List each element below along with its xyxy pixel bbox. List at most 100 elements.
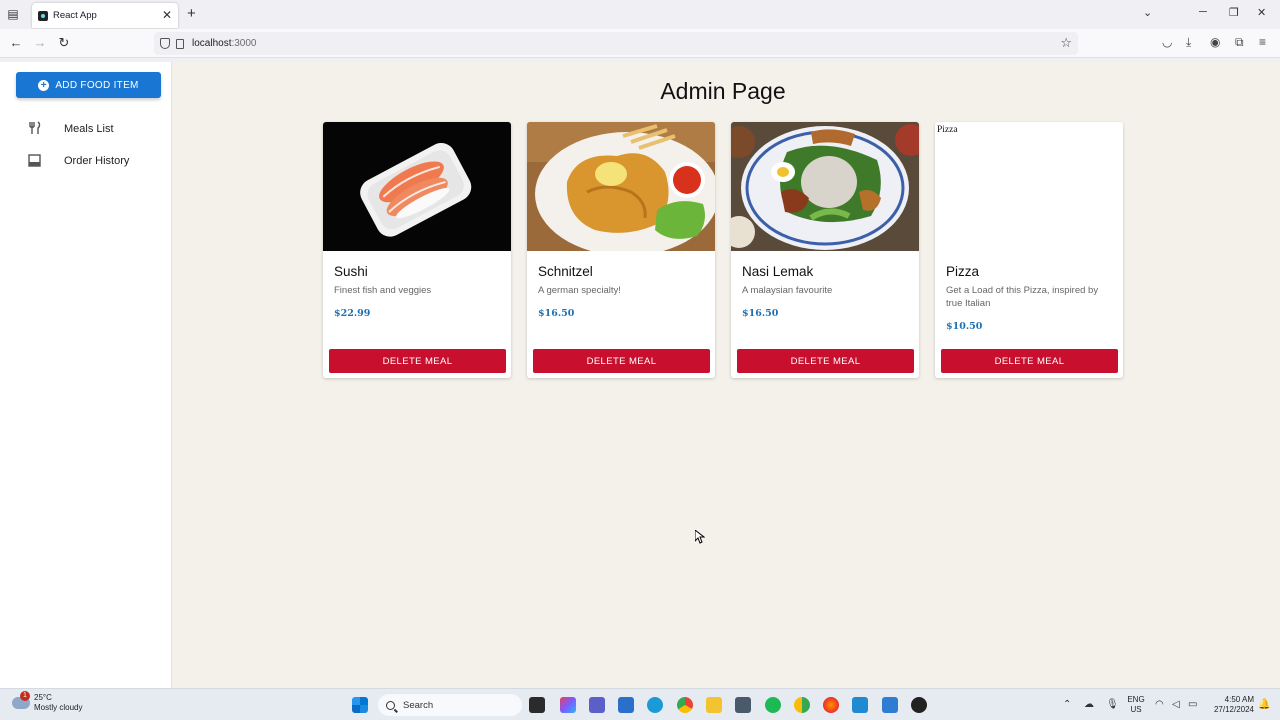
- github-desktop-icon[interactable]: [911, 697, 927, 713]
- language-indicator[interactable]: ENG US: [1126, 695, 1146, 715]
- weather-condition: Mostly cloudy: [34, 703, 83, 712]
- search-placeholder: Search: [403, 699, 434, 711]
- tray-overflow-chevron-icon[interactable]: ⌃: [1063, 699, 1071, 710]
- tab-overflow-chevron-icon[interactable]: ⌄: [1143, 6, 1152, 19]
- meal-description: Get a Load of this Pizza, inspired by tr…: [946, 285, 1099, 309]
- mouse-cursor-icon: [694, 528, 706, 549]
- notepad-icon[interactable]: [882, 697, 898, 713]
- schnitzel-image: [527, 122, 715, 251]
- cloud-icon: 1: [12, 691, 30, 709]
- account-icon[interactable]: ◉: [1210, 35, 1220, 49]
- meal-card: Pizza Pizza Get a Load of this Pizza, in…: [935, 122, 1123, 378]
- taskbar-search[interactable]: Search: [378, 694, 522, 716]
- delete-meal-button[interactable]: DELETE MEAL: [737, 349, 914, 373]
- taskbar: 1 25°C Mostly cloudy Search ⌃ ☁ 🎙 ENG US…: [0, 688, 1280, 720]
- restore-icon[interactable]: ❐: [1229, 6, 1239, 19]
- task-view-icon[interactable]: [529, 697, 545, 713]
- firefox-icon[interactable]: [823, 697, 839, 713]
- file-explorer-icon[interactable]: [706, 697, 722, 713]
- vscode-icon[interactable]: [852, 697, 868, 713]
- meal-card: Schnitzel A german specialty! $16.50 DEL…: [527, 122, 715, 378]
- meal-price: $16.50: [742, 308, 779, 319]
- search-icon: [386, 700, 395, 710]
- sushi-image: [323, 122, 511, 251]
- sidebar-item-label: Meals List: [64, 123, 114, 135]
- store-icon[interactable]: [618, 697, 634, 713]
- browser-nav-bar: ← → ↻ localhost:3000 ☆ ◡ ⤓ ◉ ⧉ ≡: [0, 29, 1280, 58]
- url-port: :3000: [231, 38, 257, 49]
- bookmark-star-icon[interactable]: ☆: [1060, 35, 1072, 51]
- teams-icon[interactable]: [589, 697, 605, 713]
- close-window-icon[interactable]: ✕: [1257, 6, 1266, 19]
- start-icon[interactable]: [352, 697, 368, 713]
- reload-icon[interactable]: ↻: [56, 35, 72, 51]
- address-bar[interactable]: localhost:3000 ☆: [154, 32, 1078, 55]
- react-favicon-icon: [38, 10, 48, 21]
- calculator-icon[interactable]: [735, 697, 751, 713]
- delete-meal-button[interactable]: DELETE MEAL: [533, 349, 710, 373]
- delete-meal-button[interactable]: DELETE MEAL: [329, 349, 506, 373]
- meal-description: A malaysian favourite: [742, 285, 833, 296]
- add-circle-icon: +: [38, 79, 50, 91]
- chrome-profile-icon[interactable]: [794, 697, 810, 713]
- meal-name: Nasi Lemak: [742, 264, 814, 279]
- close-tab-icon[interactable]: ✕: [162, 8, 172, 22]
- volume-icon[interactable]: ◁: [1172, 699, 1180, 710]
- pizza-image-broken: Pizza: [935, 122, 1123, 251]
- meal-price: $22.99: [334, 308, 371, 319]
- meal-description: Finest fish and veggies: [334, 285, 432, 296]
- weather-widget[interactable]: 1 25°C Mostly cloudy: [12, 691, 83, 713]
- add-food-item-label: ADD FOOD ITEM: [55, 79, 139, 91]
- minimize-icon[interactable]: ─: [1199, 6, 1207, 18]
- meal-price: $16.50: [538, 308, 575, 319]
- image-alt-text: Pizza: [937, 125, 958, 135]
- tab-list-icon[interactable]: ▤: [4, 5, 22, 23]
- pocket-icon[interactable]: ◡: [1162, 35, 1172, 49]
- new-tab-icon[interactable]: +: [187, 5, 196, 22]
- page-info-icon[interactable]: [176, 38, 184, 49]
- browser-tab-bar: ▤ React App ✕ + ⌄ ─ ❐ ✕: [0, 0, 1280, 29]
- clock-date: 27/12/2024: [1213, 705, 1254, 714]
- extensions-icon[interactable]: ⧉: [1235, 35, 1244, 50]
- app-page: + ADD FOOD ITEM Meals List Order History…: [0, 62, 1280, 688]
- fork-knife-icon: [28, 121, 42, 135]
- meal-description: A german specialty!: [538, 285, 621, 296]
- url-host: localhost: [192, 38, 232, 49]
- page-title: Admin Page: [660, 78, 786, 104]
- tab-title: React App: [53, 10, 97, 21]
- copilot-icon[interactable]: [560, 697, 576, 713]
- sidebar: + ADD FOOD ITEM Meals List Order History: [0, 62, 172, 688]
- weather-badge: 1: [20, 691, 30, 701]
- chrome-icon[interactable]: [677, 697, 693, 713]
- sidebar-item-order-history[interactable]: Order History: [0, 145, 171, 177]
- tracking-shield-icon[interactable]: [160, 38, 170, 49]
- meal-name: Schnitzel: [538, 264, 593, 279]
- inbox-icon: [28, 154, 42, 168]
- downloads-icon[interactable]: ⤓: [1186, 35, 1191, 50]
- meal-name: Sushi: [334, 264, 368, 279]
- clock-time: 4:50 AM: [1224, 695, 1254, 704]
- battery-icon[interactable]: ▭: [1188, 699, 1197, 710]
- region-code: US: [1130, 705, 1142, 714]
- back-icon[interactable]: ←: [8, 35, 24, 50]
- meal-card: Sushi Finest fish and veggies $22.99 DEL…: [323, 122, 511, 378]
- language-code: ENG: [1127, 695, 1145, 704]
- sidebar-item-label: Order History: [64, 155, 130, 167]
- meal-name: Pizza: [946, 264, 980, 279]
- microphone-icon[interactable]: 🎙: [1106, 699, 1119, 710]
- clock[interactable]: 4:50 AM 27/12/2024: [1206, 695, 1254, 715]
- nasi-lemak-image: [731, 122, 919, 251]
- browser-tab[interactable]: React App ✕: [32, 3, 178, 28]
- notification-bell-icon[interactable]: 🔔: [1258, 699, 1270, 710]
- wifi-icon[interactable]: ◠: [1155, 699, 1164, 710]
- menu-icon[interactable]: ≡: [1259, 35, 1266, 49]
- onedrive-icon[interactable]: ☁: [1084, 699, 1094, 710]
- forward-icon[interactable]: →: [32, 35, 48, 50]
- temperature: 25°C: [34, 693, 52, 702]
- meal-price: $10.50: [946, 321, 983, 332]
- delete-meal-button[interactable]: DELETE MEAL: [941, 349, 1118, 373]
- edge-icon[interactable]: [647, 697, 663, 713]
- sidebar-item-meals-list[interactable]: Meals List: [0, 113, 171, 145]
- spotify-icon[interactable]: [765, 697, 781, 713]
- add-food-item-button[interactable]: + ADD FOOD ITEM: [16, 72, 161, 98]
